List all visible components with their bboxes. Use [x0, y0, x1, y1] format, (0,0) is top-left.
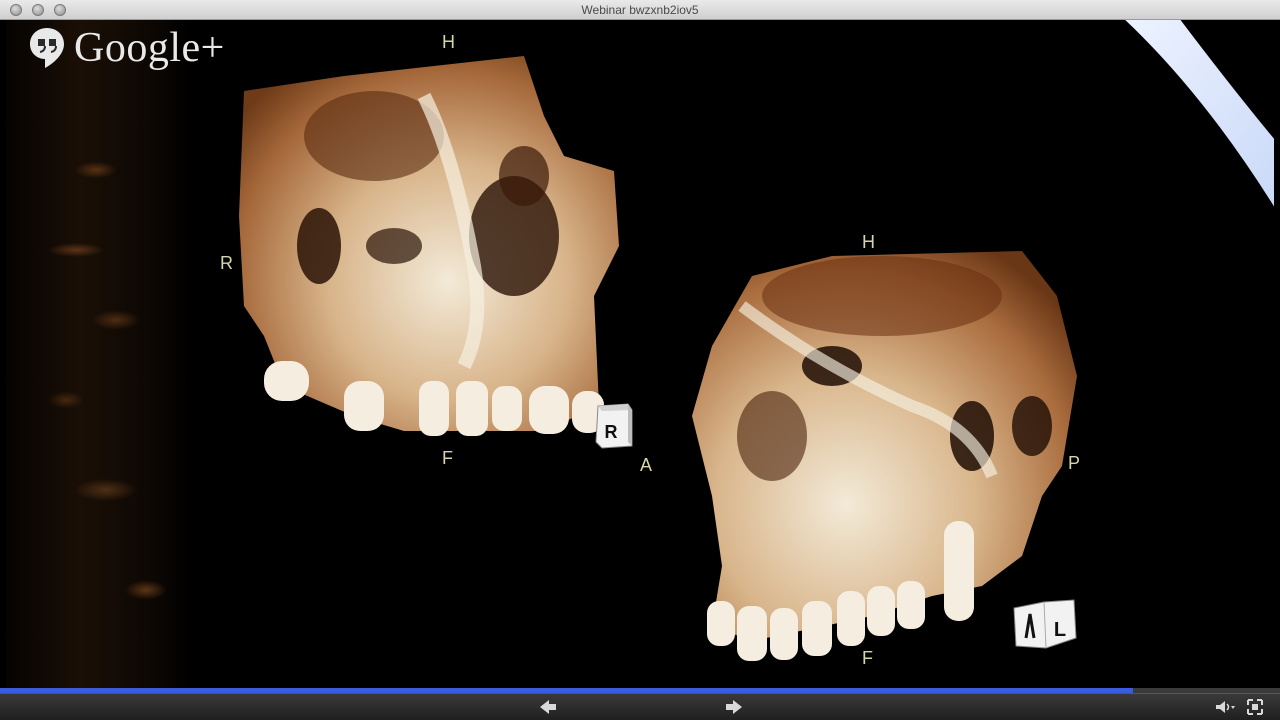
orientation-cube-right[interactable]: R: [592, 402, 634, 450]
window-title: Webinar bwzxnb2iov5: [581, 3, 699, 17]
video-frame[interactable]: Google+ H R F A R H P F L: [6, 20, 1274, 688]
skull1-label-top: H: [442, 32, 455, 52]
skull1-label-bottom: F: [442, 448, 453, 468]
skull2-label-top: H: [862, 232, 875, 252]
fullscreen-icon[interactable]: [1246, 698, 1264, 716]
window-titlebar: Webinar bwzxnb2iov5: [0, 0, 1280, 20]
skull2-label-bottom: F: [862, 648, 873, 668]
cube2-letter: L: [1054, 619, 1066, 641]
hangouts-quote-icon: [30, 28, 64, 68]
orientation-cube-left[interactable]: L: [1010, 596, 1078, 650]
ct-slice-strip: [6, 20, 191, 688]
volume-icon[interactable]: [1214, 698, 1236, 716]
playback-controls: [0, 693, 1280, 720]
skull-render-frontal: [239, 56, 619, 436]
light-arc-decoration: [1125, 20, 1274, 207]
skull1-label-left: R: [220, 253, 233, 273]
skull1-label-right: A: [640, 455, 653, 475]
logo-text: Google+: [74, 25, 225, 71]
skull2-label-right: P: [1068, 453, 1081, 473]
arrow-right-icon[interactable]: [724, 698, 744, 716]
google-plus-logo: Google+: [28, 24, 225, 72]
cube1-letter: R: [605, 422, 618, 442]
arrow-left-icon[interactable]: [538, 698, 558, 716]
